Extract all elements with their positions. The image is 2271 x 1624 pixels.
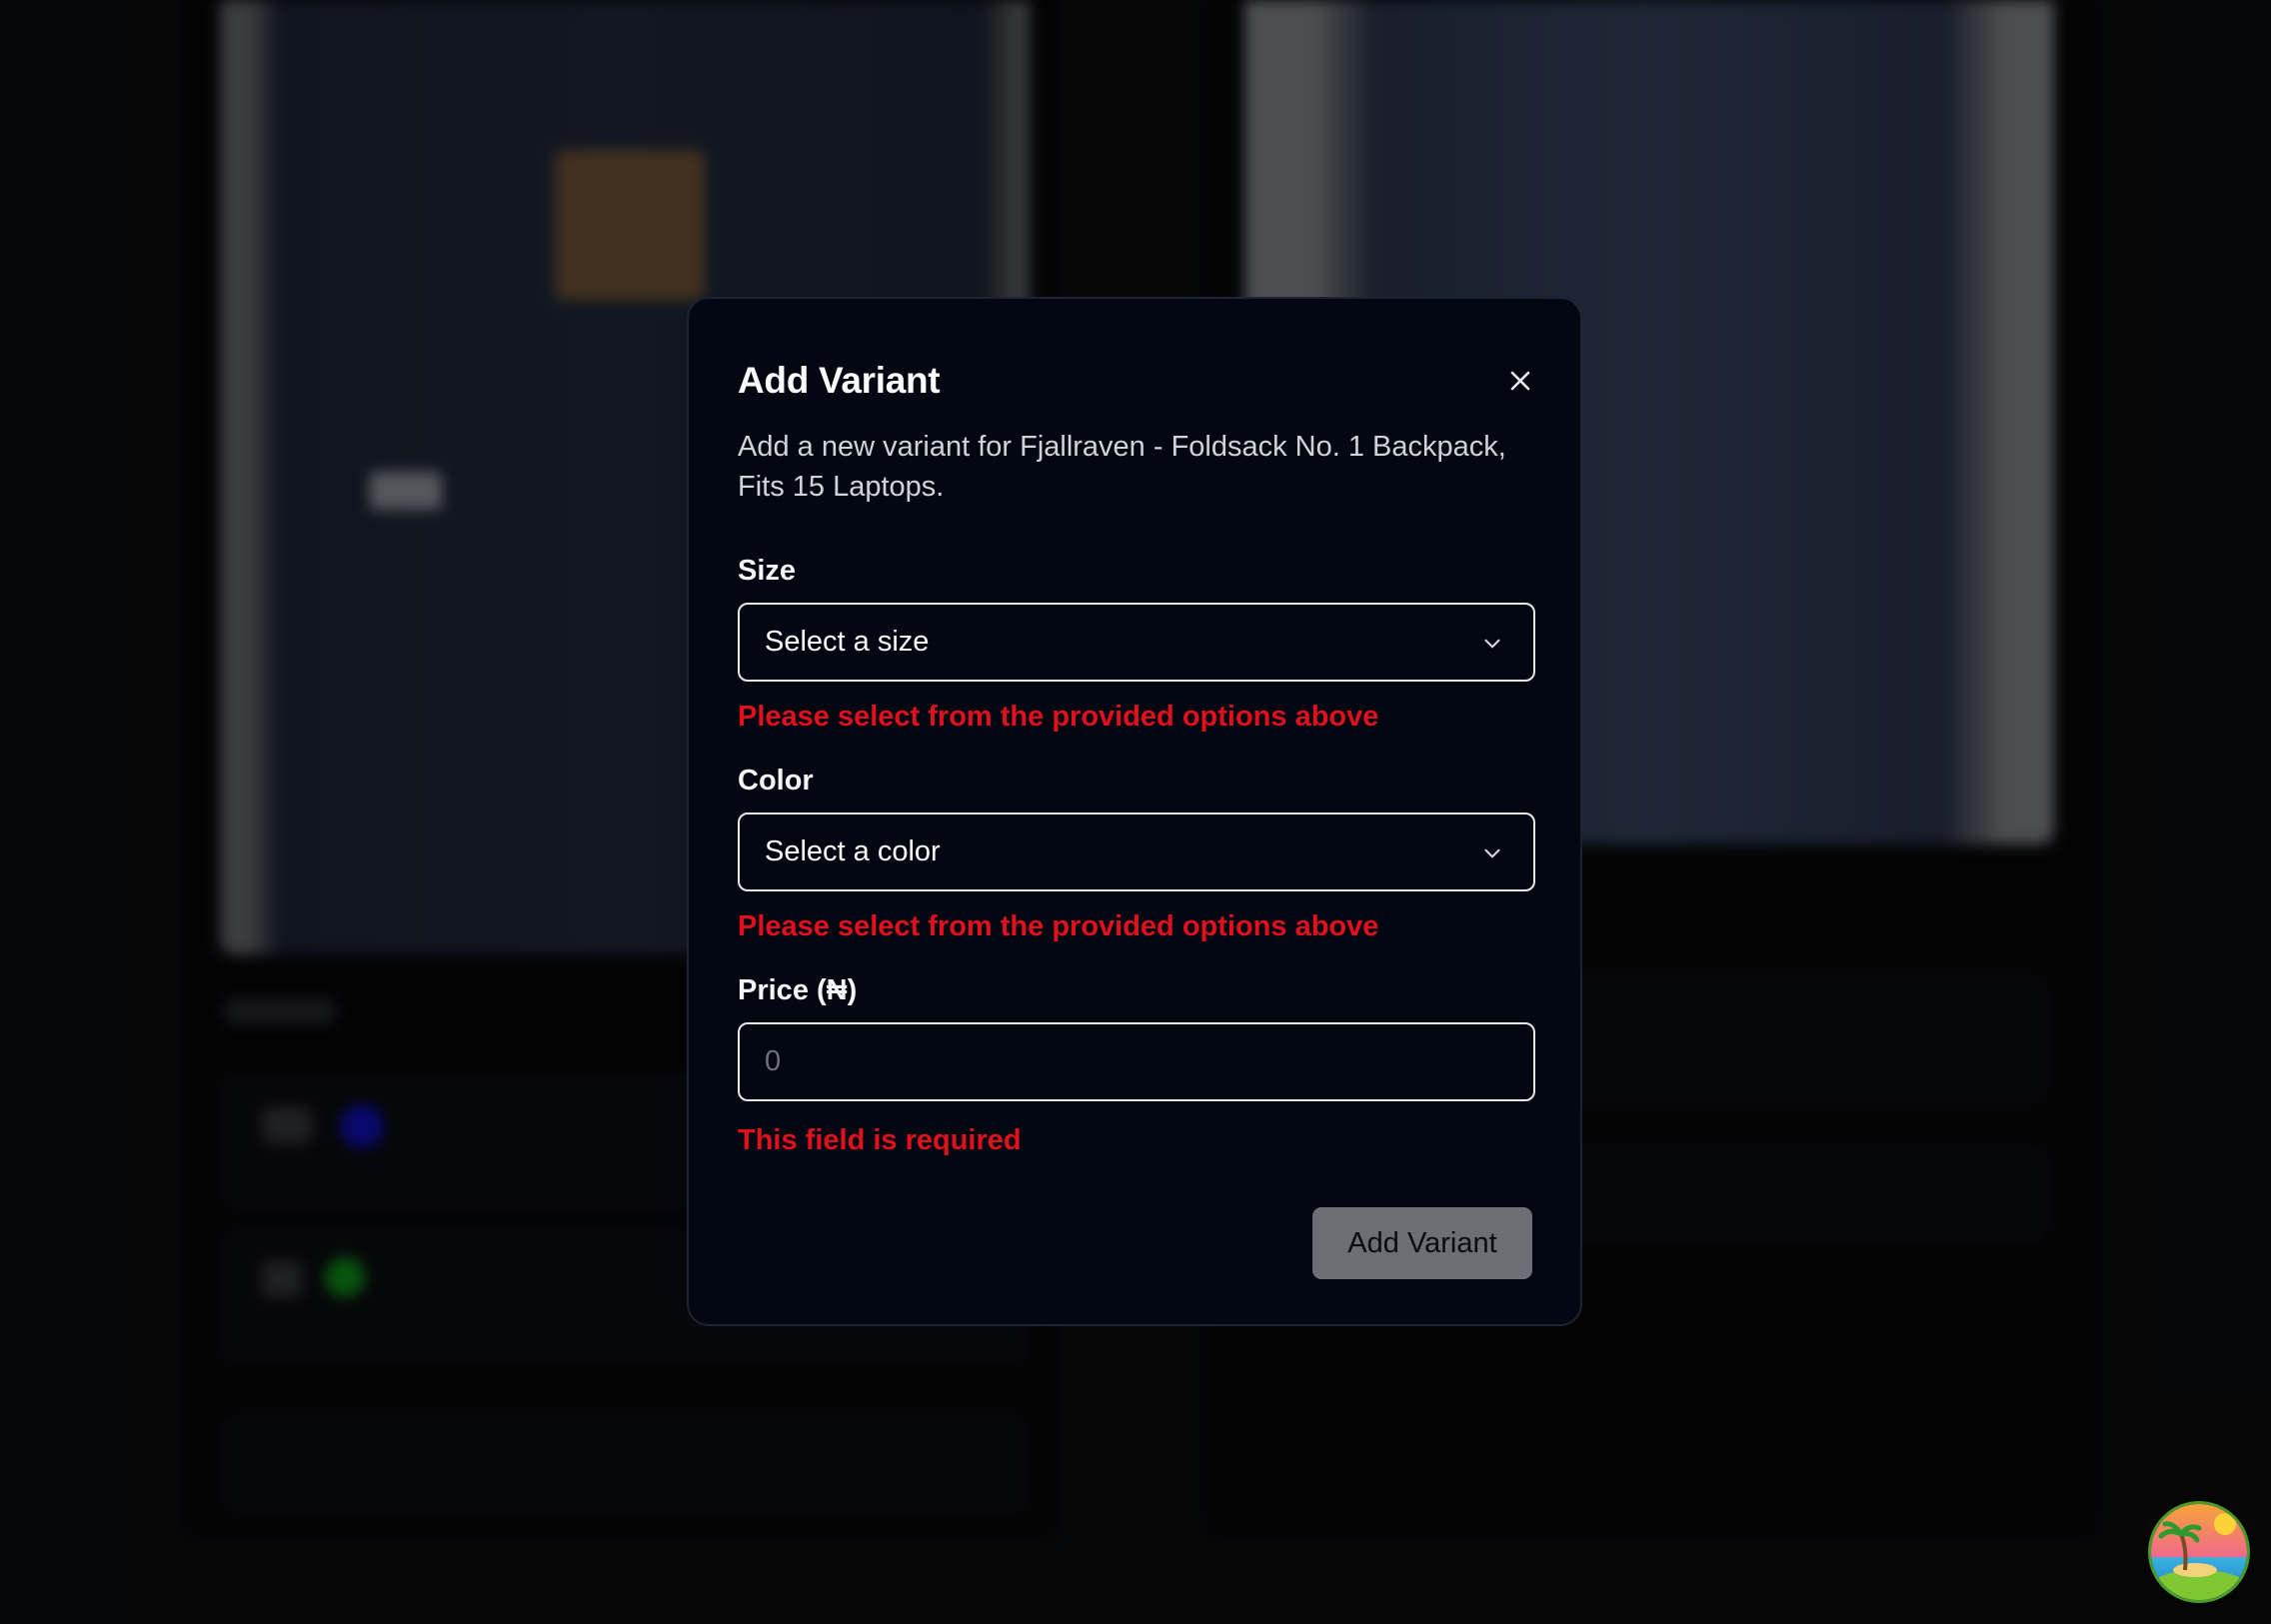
add-variant-dialog: Add Variant Add a new variant for Fjallr… (687, 297, 1582, 1326)
price-error: This field is required (738, 1124, 1022, 1156)
size-select[interactable]: Select a size (738, 603, 1535, 682)
chevron-down-icon (1484, 848, 1500, 858)
price-label: Price (₦) (738, 974, 858, 1006)
island-avatar-icon (2151, 1504, 2247, 1600)
floating-avatar-button[interactable] (2151, 1504, 2247, 1600)
close-icon (1510, 371, 1530, 391)
size-select-value: Select a size (765, 626, 930, 658)
color-select[interactable]: Select a color (738, 812, 1535, 891)
price-input[interactable]: 0 (738, 1022, 1535, 1101)
color-label: Color (738, 765, 814, 797)
price-input-placeholder: 0 (765, 1045, 782, 1077)
color-error: Please select from the provided options … (738, 910, 1379, 942)
add-variant-button[interactable]: Add Variant (1312, 1207, 1532, 1279)
dialog-title: Add Variant (738, 360, 941, 401)
close-button[interactable] (1502, 363, 1538, 399)
size-error: Please select from the provided options … (738, 701, 1379, 733)
color-select-value: Select a color (765, 835, 941, 867)
size-label: Size (738, 555, 797, 587)
dialog-description: Add a new variant for Fjallraven - Folds… (738, 431, 1506, 503)
chevron-down-icon (1484, 639, 1500, 649)
